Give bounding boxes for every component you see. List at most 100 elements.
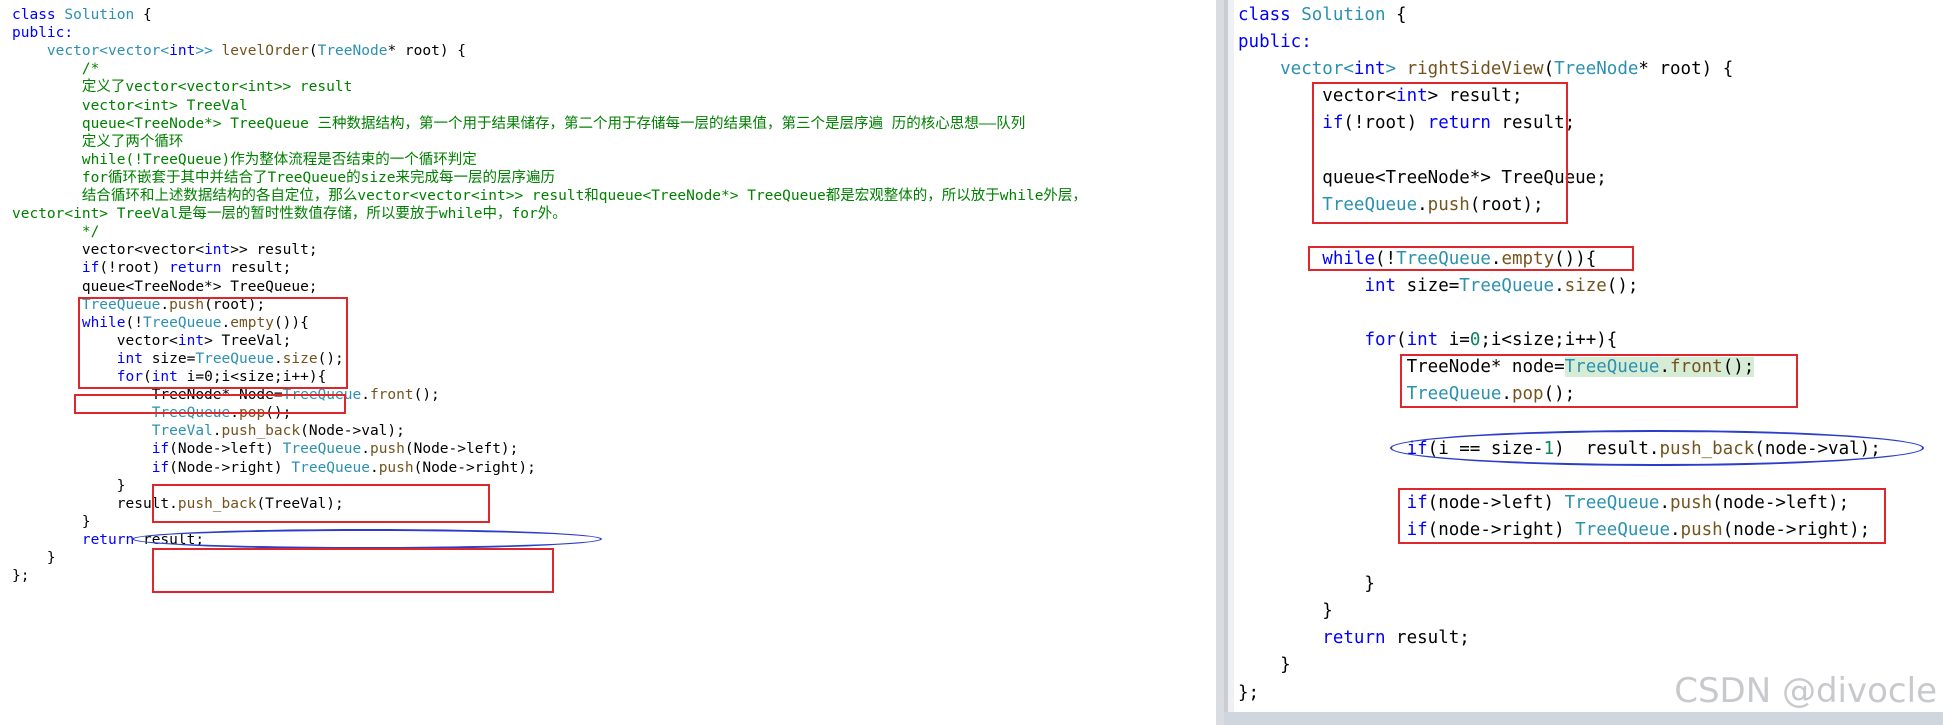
annotation-box-push-children xyxy=(152,548,554,593)
annotation-ellipse-pushback xyxy=(1390,430,1924,466)
code-token: vector<int> TreeVal是每一层的暂时性数值存储，所以要放于whi… xyxy=(12,206,567,223)
code-token: result; xyxy=(1385,628,1470,649)
annotation-box-while xyxy=(74,394,346,414)
code-line: class Solution { xyxy=(1238,2,1407,29)
code-token: }; xyxy=(12,568,30,585)
code-line: int size=TreeQueue.size(); xyxy=(1238,273,1638,300)
code-token: public: xyxy=(1238,32,1312,53)
code-token: { xyxy=(134,7,152,23)
code-token: } xyxy=(1238,601,1333,622)
code-token: ( xyxy=(308,43,318,60)
code-token: } xyxy=(12,477,126,494)
code-token: . xyxy=(1554,276,1565,296)
code-token: vector<vector< xyxy=(12,242,205,259)
code-token: TreeVal xyxy=(151,423,213,440)
code-line: }; xyxy=(1238,680,1259,707)
left-code-editor[interactable]: class Solution {public: vector<vector<in… xyxy=(0,0,1216,725)
code-token: . xyxy=(369,459,379,476)
code-token: size xyxy=(1564,276,1607,296)
code-line: } xyxy=(1238,652,1291,679)
code-token: 定义了两个循环 xyxy=(12,133,184,150)
code-token: }; xyxy=(1238,682,1260,703)
code-token: if xyxy=(81,260,100,277)
code-token: queue<TreeNode*> TreeQueue 三种数据结构，第一个用于结… xyxy=(12,115,1026,132)
code-token: . xyxy=(361,441,370,458)
code-token: return xyxy=(81,531,135,548)
code-token: levelOrder xyxy=(221,43,309,60)
code-token: * xyxy=(387,43,405,60)
code-token: TreeNode xyxy=(317,43,388,60)
code-token: >> xyxy=(195,43,222,60)
code-token: vector<vector< xyxy=(12,43,170,60)
code-token: ( xyxy=(1543,59,1555,80)
code-token: > xyxy=(1385,59,1407,80)
code-token: class xyxy=(1238,5,1302,25)
code-token: (); xyxy=(413,387,440,404)
annotation-box-pop xyxy=(1400,354,1798,408)
code-token: TreeNode xyxy=(1554,59,1639,80)
code-token: for xyxy=(1364,330,1397,351)
code-token: int xyxy=(204,242,231,259)
code-token: >> result; xyxy=(230,242,318,259)
code-token: root xyxy=(404,43,440,60)
annotation-box-push-children xyxy=(1398,488,1886,544)
code-token: public: xyxy=(12,25,74,42)
watermark: CSDN @divocle xyxy=(1674,671,1937,711)
code-token: (Node->left); xyxy=(404,441,519,458)
code-token: } xyxy=(1238,574,1375,595)
code-token: int xyxy=(169,43,196,60)
code-token: int xyxy=(1353,59,1386,80)
code-token: int xyxy=(1364,276,1397,296)
code-line: }; xyxy=(12,565,29,587)
code-token: (Node->val); xyxy=(300,423,405,440)
code-token: } xyxy=(12,513,91,530)
code-token: (); xyxy=(1606,276,1639,296)
code-token: TreeQueue xyxy=(291,459,370,476)
code-token: i= xyxy=(1438,330,1470,351)
code-line: for(int i=0;i<size;i++){ xyxy=(1238,327,1617,354)
code-token: return xyxy=(169,260,222,277)
code-token: push xyxy=(369,441,405,458)
annotation-box-init xyxy=(1312,82,1568,224)
code-token: /* xyxy=(12,61,100,78)
code-line: public: xyxy=(1238,29,1312,56)
editor-bottom-bar xyxy=(1224,712,1943,725)
code-line: } xyxy=(1238,598,1333,625)
annotation-box-init xyxy=(78,297,348,389)
annotation-ellipse-pushback xyxy=(132,529,602,549)
code-line: vector<int> rightSideView(TreeNode* root… xyxy=(1238,56,1733,83)
annotation-box-while xyxy=(1308,246,1634,271)
code-token: vector< xyxy=(1238,59,1354,80)
code-token: ) { xyxy=(439,43,467,60)
code-token: ( xyxy=(1396,330,1407,351)
code-token: . xyxy=(212,423,222,440)
code-token: while(!TreeQueue)作为整体流程是否结束的一个循环判定 xyxy=(12,151,477,168)
code-token: int xyxy=(1406,330,1439,351)
code-token: ;i<size;i++){ xyxy=(1480,330,1618,351)
code-token: if xyxy=(151,441,170,458)
code-token: result; xyxy=(221,260,292,277)
code-token: 结合循环和上述数据结构的各自定位，那么vector<vector<int>> r… xyxy=(12,188,1087,204)
code-token: } xyxy=(12,550,56,566)
code-token: 定义了vector<vector<int>> result xyxy=(12,79,353,96)
code-line: } xyxy=(1238,571,1375,598)
panel-divider xyxy=(1216,0,1224,725)
code-token: return xyxy=(1322,628,1386,649)
right-code-editor[interactable]: class Solution { public: vector<int> righ… xyxy=(1224,0,1943,725)
code-token: class xyxy=(12,7,65,23)
code-token: if xyxy=(151,459,170,476)
code-token: Solution xyxy=(64,7,135,23)
